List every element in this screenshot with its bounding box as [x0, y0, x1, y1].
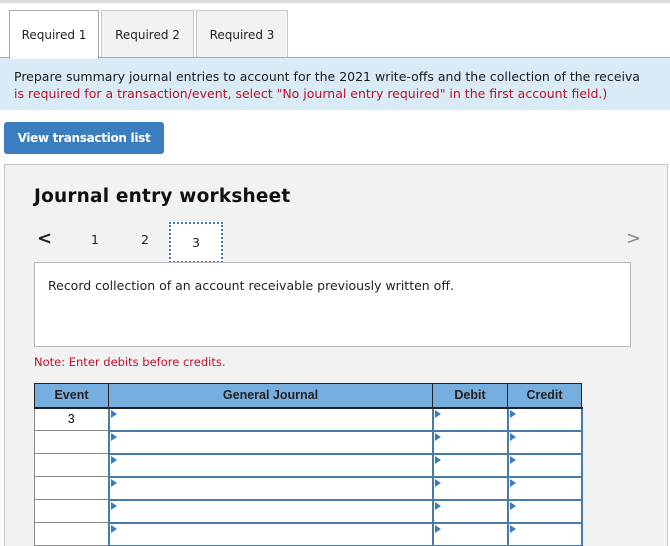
dropdown-marker-icon	[110, 409, 117, 418]
header-event: Event	[34, 383, 109, 409]
dropdown-marker-icon	[509, 478, 516, 487]
page-3-button[interactable]: 3	[169, 222, 223, 263]
account-input[interactable]	[110, 455, 432, 476]
dropdown-marker-icon	[509, 455, 516, 464]
dropdown-marker-icon	[434, 409, 441, 418]
account-cell[interactable]	[107, 475, 434, 501]
debit-cell[interactable]	[431, 498, 509, 524]
header-general-journal: General Journal	[108, 383, 433, 409]
dropdown-marker-icon	[110, 524, 117, 533]
header-debit: Debit	[432, 383, 508, 409]
worksheet-title: Journal entry worksheet	[34, 186, 291, 207]
page-2-button[interactable]: 2	[141, 232, 149, 247]
top-border	[0, 0, 670, 3]
event-cell	[34, 476, 109, 500]
dropdown-marker-icon	[434, 432, 441, 441]
journal-table: Event General Journal Debit Credit 3	[34, 383, 583, 546]
account-cell[interactable]	[107, 406, 434, 432]
transaction-description: Record collection of an account receivab…	[34, 262, 631, 347]
credit-input[interactable]	[509, 524, 581, 545]
credit-cell[interactable]	[506, 406, 583, 432]
dropdown-marker-icon	[434, 455, 441, 464]
dropdown-marker-icon	[434, 501, 441, 510]
credit-cell[interactable]	[506, 498, 583, 524]
credit-input[interactable]	[509, 432, 581, 453]
table-header-row: Event General Journal Debit Credit	[34, 383, 582, 409]
header-credit: Credit	[507, 383, 582, 409]
credit-input[interactable]	[509, 409, 581, 430]
credit-input[interactable]	[509, 455, 581, 476]
instructions-panel: Prepare summary journal entries to accou…	[0, 58, 670, 110]
view-transaction-list-button[interactable]: View transaction list	[4, 122, 164, 154]
tab-required-2[interactable]: Required 2	[101, 10, 194, 58]
account-cell[interactable]	[107, 521, 434, 546]
debit-cell[interactable]	[431, 475, 509, 501]
dropdown-marker-icon	[434, 478, 441, 487]
credit-cell[interactable]	[506, 521, 583, 546]
table-row	[34, 498, 583, 524]
debit-input[interactable]	[434, 455, 507, 476]
journal-entry-worksheet: Journal entry worksheet < 1 2 3 > Record…	[4, 164, 668, 546]
event-cell	[34, 499, 109, 523]
credit-cell[interactable]	[506, 429, 583, 455]
account-input[interactable]	[110, 409, 432, 430]
table-row	[34, 521, 583, 546]
dropdown-marker-icon	[110, 455, 117, 464]
chevron-right-icon[interactable]: >	[626, 228, 641, 249]
tab-bar: Required 1 Required 2 Required 3	[9, 10, 290, 59]
dropdown-marker-icon	[509, 432, 516, 441]
debit-cell[interactable]	[431, 452, 509, 478]
chevron-left-icon[interactable]: <	[37, 228, 52, 249]
event-cell	[34, 430, 109, 454]
account-cell[interactable]	[107, 429, 434, 455]
instructions-note: is required for a transaction/event, sel…	[14, 86, 608, 101]
credit-input[interactable]	[509, 501, 581, 522]
table-body: 3	[34, 406, 583, 546]
page-1-button[interactable]: 1	[91, 232, 99, 247]
credit-input[interactable]	[509, 478, 581, 499]
dropdown-marker-icon	[434, 524, 441, 533]
event-cell	[34, 522, 109, 546]
table-row	[34, 452, 583, 478]
event-cell	[34, 453, 109, 477]
dropdown-marker-icon	[509, 409, 516, 418]
debit-input[interactable]	[434, 409, 507, 430]
table-row: 3	[34, 406, 583, 432]
credit-cell[interactable]	[506, 452, 583, 478]
event-cell: 3	[34, 407, 109, 431]
debit-input[interactable]	[434, 501, 507, 522]
debit-cell[interactable]	[431, 406, 509, 432]
account-cell[interactable]	[107, 498, 434, 524]
dropdown-marker-icon	[110, 478, 117, 487]
debit-input[interactable]	[434, 524, 507, 545]
debits-note: Note: Enter debits before credits.	[34, 355, 226, 369]
dropdown-marker-icon	[110, 432, 117, 441]
table-row	[34, 475, 583, 501]
instructions-text: Prepare summary journal entries to accou…	[14, 69, 640, 84]
dropdown-marker-icon	[110, 501, 117, 510]
table-row	[34, 429, 583, 455]
account-cell[interactable]	[107, 452, 434, 478]
dropdown-marker-icon	[509, 501, 516, 510]
dropdown-marker-icon	[509, 524, 516, 533]
tab-required-1[interactable]: Required 1	[9, 10, 99, 59]
account-input[interactable]	[110, 478, 432, 499]
account-input[interactable]	[110, 432, 432, 453]
credit-cell[interactable]	[506, 475, 583, 501]
tab-required-3[interactable]: Required 3	[196, 10, 288, 58]
debit-input[interactable]	[434, 478, 507, 499]
debit-cell[interactable]	[431, 429, 509, 455]
account-input[interactable]	[110, 524, 432, 545]
debit-cell[interactable]	[431, 521, 509, 546]
debit-input[interactable]	[434, 432, 507, 453]
account-input[interactable]	[110, 501, 432, 522]
